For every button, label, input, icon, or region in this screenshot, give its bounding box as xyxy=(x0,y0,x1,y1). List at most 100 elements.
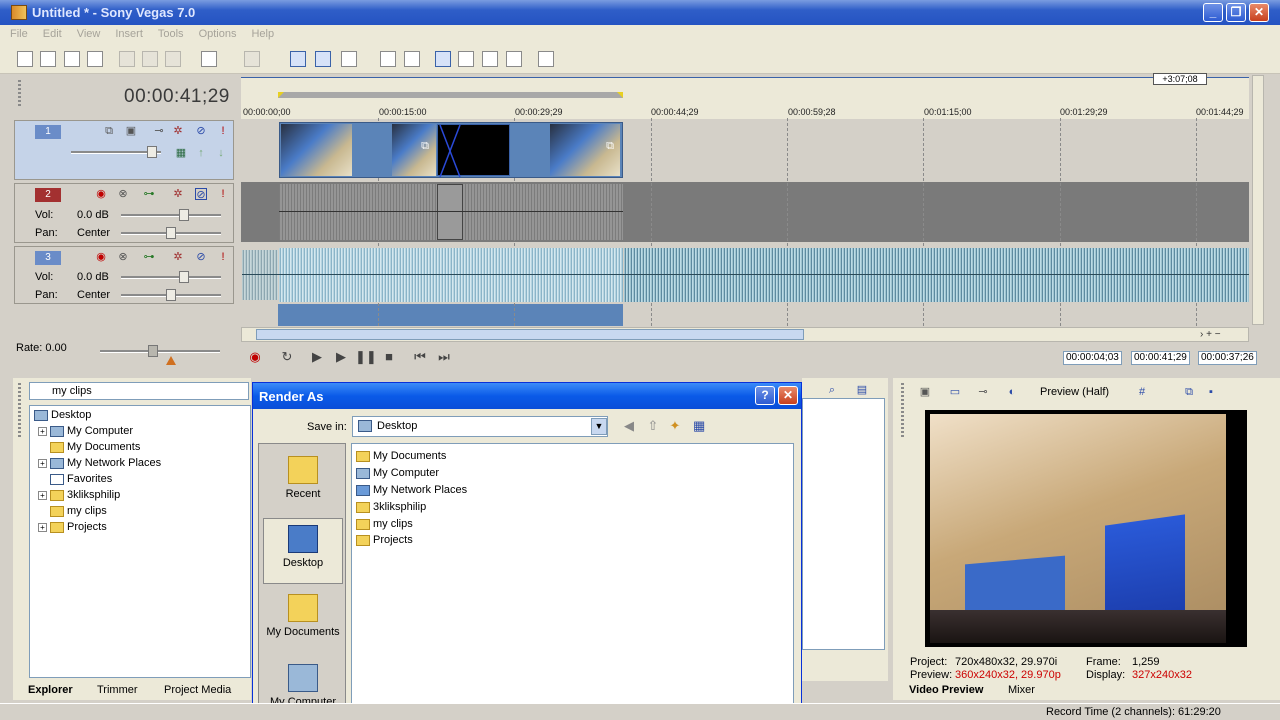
crossfade-region[interactable] xyxy=(437,124,510,177)
audio-clip-selected[interactable] xyxy=(279,248,623,302)
envelope-tool-icon[interactable] xyxy=(458,51,474,67)
panel-grip[interactable] xyxy=(901,383,904,438)
zoom-tool-icon[interactable] xyxy=(506,51,522,67)
auto-crossfade-icon[interactable] xyxy=(315,51,331,67)
minimize-button[interactable]: _ xyxy=(1203,3,1223,22)
mute-icon[interactable]: ⊘ xyxy=(195,188,207,201)
panel-grip[interactable] xyxy=(18,383,21,438)
loop-start-marker[interactable] xyxy=(278,92,284,98)
menu-view[interactable]: View xyxy=(67,25,106,40)
track-fx-icon[interactable]: ▦ xyxy=(175,147,187,159)
fx-chain-icon[interactable]: ⊶ xyxy=(143,188,155,200)
tree-item-3kliksphilip[interactable]: +3kliksphilip xyxy=(38,487,120,503)
search-icon[interactable]: ⌕ xyxy=(826,384,838,396)
snap-icon[interactable] xyxy=(290,51,306,67)
fx-icon[interactable]: ▣ xyxy=(125,125,137,137)
pause-icon[interactable]: ❚❚ xyxy=(355,348,377,366)
open-icon[interactable] xyxy=(40,51,56,67)
close-button[interactable]: ✕ xyxy=(1249,3,1269,22)
tab-explorer[interactable]: Explorer xyxy=(28,682,73,699)
tab-trimmer[interactable]: Trimmer xyxy=(97,682,138,699)
time-ruler[interactable]: +3:07;08 00:00:00;00 00:00:15:00 00:00:2… xyxy=(241,73,1249,119)
view-menu-icon[interactable]: ▦ xyxy=(693,419,705,432)
copy-snapshot-icon[interactable]: ⧉ xyxy=(1183,386,1195,398)
record-icon[interactable]: ◉ xyxy=(245,348,265,366)
solo-icon[interactable]: ! xyxy=(217,125,229,137)
file-item[interactable]: My Computer xyxy=(356,465,439,481)
file-item[interactable]: My Network Places xyxy=(356,482,467,498)
pan-slider[interactable] xyxy=(121,289,221,301)
render-icon[interactable] xyxy=(87,51,103,67)
save-snapshot-icon[interactable]: ▪ xyxy=(1205,386,1217,398)
ignore-grouping-icon[interactable] xyxy=(404,51,420,67)
motion-icon[interactable]: ⧉ xyxy=(103,125,115,137)
vertical-scrollbar[interactable] xyxy=(1252,75,1264,325)
track-header-2[interactable]: 2 ◉ ⊗ ⊶ ✲ ⊘ ! Vol: 0.0 dB Pan: Center xyxy=(14,183,234,243)
help-button[interactable]: ? xyxy=(755,386,775,405)
solo-icon[interactable]: ! xyxy=(217,188,229,200)
fx-icon[interactable]: ⊸ xyxy=(977,386,989,398)
up-folder-icon[interactable]: ⇧ xyxy=(647,419,659,432)
go-to-end-icon[interactable]: ⏭ xyxy=(434,348,454,366)
zoom-controls[interactable]: › + − xyxy=(1200,329,1248,341)
mute-icon[interactable]: ⊘ xyxy=(195,125,207,137)
new-icon[interactable] xyxy=(17,51,33,67)
preview-quality-dropdown[interactable]: Preview (Half) xyxy=(1040,386,1109,398)
ripple-icon[interactable] xyxy=(341,51,357,67)
tab-project-media[interactable]: Project Media xyxy=(164,682,231,699)
tree-item-my-clips[interactable]: my clips xyxy=(50,503,107,519)
tree-item-my-documents[interactable]: My Documents xyxy=(50,439,140,455)
dialog-close-button[interactable]: ✕ xyxy=(778,386,798,405)
chevron-down-icon[interactable]: ▼ xyxy=(591,418,607,435)
undo-icon[interactable] xyxy=(201,51,217,67)
gear-icon[interactable]: ✲ xyxy=(172,188,184,200)
place-desktop[interactable]: Desktop xyxy=(263,518,343,584)
audio-clip[interactable] xyxy=(624,248,1249,302)
timeline-scrollbar[interactable] xyxy=(241,327,1249,342)
event-pan-crop-icon[interactable]: ⧉ xyxy=(419,140,431,152)
menu-help[interactable]: Help xyxy=(241,25,279,40)
file-item[interactable]: my clips xyxy=(356,516,413,532)
place-my-documents[interactable]: My Documents xyxy=(263,594,343,638)
invert-phase-icon[interactable]: ⊗ xyxy=(117,188,129,200)
tree-item-favorites[interactable]: Favorites xyxy=(50,471,112,487)
file-item[interactable]: Projects xyxy=(356,532,413,548)
redo-icon[interactable] xyxy=(244,51,260,67)
fx-chain-icon[interactable]: ⊶ xyxy=(143,251,155,263)
tree-item-network[interactable]: + My Network Places xyxy=(38,455,161,471)
selection-start[interactable]: 00:00:04;03 xyxy=(1063,351,1122,365)
back-icon[interactable]: ◀ xyxy=(623,419,635,432)
record-arm-icon[interactable]: ◉ xyxy=(95,251,107,263)
composite-icon[interactable]: ⊸ xyxy=(153,125,165,137)
go-to-start-icon[interactable]: ⏮ xyxy=(410,348,430,366)
selection-length[interactable]: 00:00:37;26 xyxy=(1198,351,1257,365)
tree-item-desktop[interactable]: Desktop xyxy=(34,407,91,423)
save-in-dropdown[interactable]: Desktop ▼ xyxy=(352,416,608,437)
loop-region-bar[interactable] xyxy=(278,92,623,98)
gear-icon[interactable]: ✲ xyxy=(172,125,184,137)
loop-icon[interactable]: ↻ xyxy=(277,348,297,366)
scroll-thumb[interactable] xyxy=(256,329,804,340)
explorer-path-field[interactable]: my clips xyxy=(29,382,249,400)
views-icon[interactable]: ▤ xyxy=(856,384,868,396)
file-item[interactable]: My Documents xyxy=(356,448,446,464)
invert-phase-icon[interactable]: ⊗ xyxy=(117,251,129,263)
paste-icon[interactable] xyxy=(165,51,181,67)
tab-mixer[interactable]: Mixer xyxy=(1008,682,1035,699)
stop-icon[interactable]: ■ xyxy=(379,348,399,366)
record-arm-icon[interactable]: ◉ xyxy=(95,188,107,200)
tree-item-projects[interactable]: + Projects xyxy=(38,519,107,535)
file-item[interactable]: 3kliksphilip xyxy=(356,499,426,515)
tab-video-preview[interactable]: Video Preview xyxy=(909,682,983,699)
tree-item-my-computer[interactable]: + My Computer xyxy=(38,423,133,439)
menu-options[interactable]: Options xyxy=(189,25,242,40)
rate-slider[interactable] xyxy=(100,345,220,357)
gear-icon[interactable]: ✲ xyxy=(172,251,184,263)
lock-envelopes-icon[interactable] xyxy=(380,51,396,67)
overlays-icon[interactable]: # xyxy=(1136,386,1148,398)
level-slider[interactable] xyxy=(71,146,161,158)
selection-tool-icon[interactable] xyxy=(482,51,498,67)
loop-end-marker[interactable] xyxy=(617,92,623,98)
copy-icon[interactable] xyxy=(142,51,158,67)
audio-clip-fade-in[interactable] xyxy=(242,250,278,300)
